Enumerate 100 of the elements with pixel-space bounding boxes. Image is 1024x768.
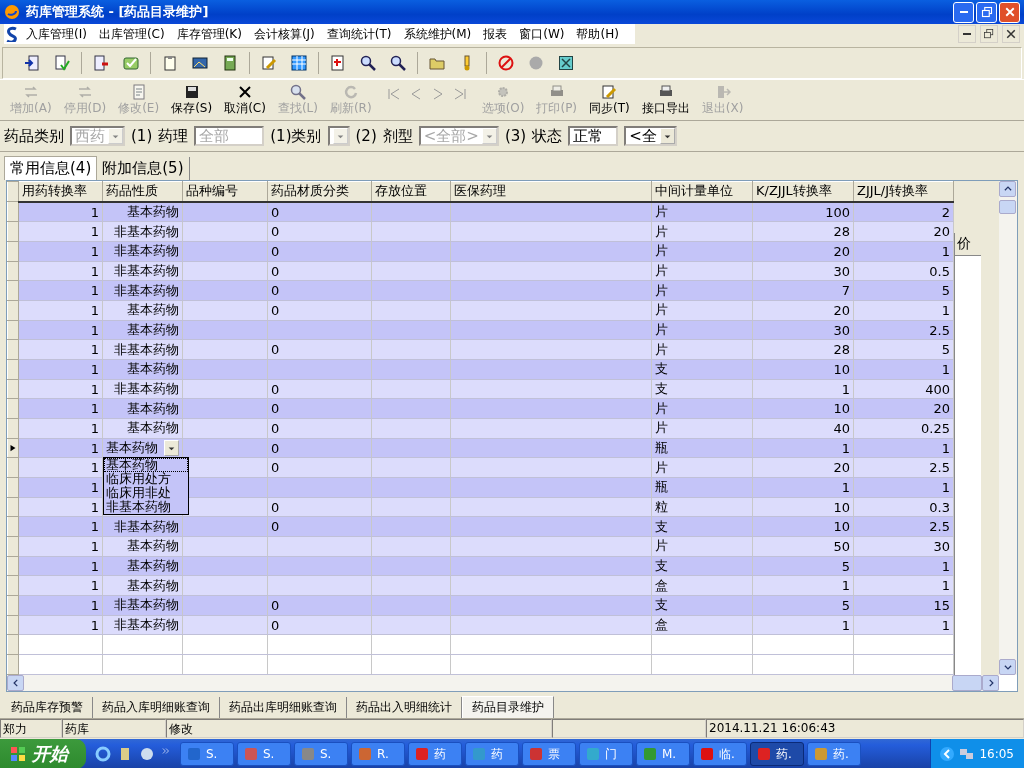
taskbar-button[interactable]: 药. <box>807 742 861 766</box>
table-cell[interactable]: 基本药物 <box>106 439 158 458</box>
column-header[interactable]: 存放位置 <box>371 181 451 202</box>
table-row[interactable]: 1 非基本药物 0 片 28 5 <box>7 339 954 360</box>
menu-item[interactable]: 入库管理(I) <box>20 24 93 44</box>
taskbar-button[interactable]: 药. <box>750 742 804 766</box>
table-cell: 20 <box>752 241 854 262</box>
window-tab[interactable]: 药品出库明细账查询 <box>220 696 347 718</box>
document-plus-icon[interactable] <box>330 55 346 71</box>
scroll-right-button[interactable] <box>982 675 999 691</box>
taskbar-button[interactable]: 票 <box>522 742 576 766</box>
prohibited-icon[interactable] <box>498 55 514 71</box>
taskbar-button[interactable]: S. <box>294 742 348 766</box>
document-arrow-icon[interactable] <box>24 55 40 71</box>
restore-button[interactable] <box>980 25 998 43</box>
scrollbar-thumb[interactable] <box>999 200 1016 214</box>
folder-icon[interactable] <box>429 55 445 71</box>
document-check-icon[interactable] <box>54 55 70 71</box>
taskbar-button[interactable]: M. <box>636 742 690 766</box>
column-header[interactable]: 药品材质分类 <box>267 181 372 202</box>
column-header[interactable]: 用药转换率 <box>18 181 103 202</box>
dropdown-option[interactable]: 非基本药物 <box>104 500 188 515</box>
window-icon <box>471 746 487 762</box>
toolbar-button[interactable]: 取消(C) <box>218 82 272 118</box>
taskbar-button[interactable]: 门 <box>579 742 633 766</box>
column-header[interactable]: ZJJL/J转换率 <box>853 181 954 202</box>
document-pencil-icon[interactable] <box>261 55 277 71</box>
table-cell: 20 <box>853 221 954 242</box>
scrollbar-thumb[interactable] <box>952 675 982 691</box>
minimize-button[interactable] <box>958 25 976 43</box>
picture-icon[interactable] <box>192 55 208 71</box>
taskbar-button[interactable]: 药 <box>465 742 519 766</box>
table-icon[interactable] <box>291 55 307 71</box>
column-header[interactable]: 价 <box>955 233 981 256</box>
checkmark-icon[interactable] <box>123 55 139 71</box>
menu-item[interactable]: 出库管理(C) <box>92 24 171 44</box>
filter-field[interactable]: 正常 <box>568 126 619 146</box>
table-row[interactable]: 1 基本药物 盒 1 1 <box>7 575 954 596</box>
close-icon[interactable] <box>558 55 574 71</box>
window-tab[interactable]: 药品库存预警 <box>2 696 93 718</box>
column-header[interactable]: 品种编号 <box>182 181 268 202</box>
filter-dropdown[interactable]: <全 <box>624 126 677 146</box>
table-cell: 片 <box>651 201 753 222</box>
table-row[interactable]: 1 非基本药物 0 片 7 5 <box>7 280 954 301</box>
table-row[interactable]: 1 非基本药物 0 盒 1 1 <box>7 615 954 635</box>
table-cell: 10 <box>752 516 854 537</box>
taskbar-button[interactable]: S. <box>237 742 291 766</box>
menu-item[interactable]: 报表 <box>477 24 514 44</box>
window-tab[interactable]: 药品目录维护 <box>462 695 554 719</box>
table-row[interactable]: 1 非基本药物 0 支 10 2.5 <box>7 516 954 537</box>
menu-item[interactable]: 系统维护(M) <box>397 24 478 44</box>
taskbar-button[interactable]: 临. <box>693 742 747 766</box>
menu-item[interactable]: 帮助(H) <box>570 24 625 44</box>
table-row[interactable]: 1 非基本药物 0 片 30 0.5 <box>7 261 954 281</box>
taskbar-button[interactable]: 药 <box>408 742 462 766</box>
table-row[interactable]: 1 基本药物 片 50 30 <box>7 536 954 557</box>
column-header[interactable]: 中间计量单位 <box>651 181 753 202</box>
app-shortcut[interactable] <box>139 746 155 762</box>
toolbar-button[interactable]: 接口导出 <box>635 82 696 118</box>
clipboard-icon[interactable] <box>162 55 178 71</box>
search-icon[interactable] <box>360 55 376 71</box>
dropdown-option[interactable]: 基本药物 <box>104 458 188 473</box>
close-button[interactable] <box>1002 25 1020 43</box>
table-row[interactable]: 1 非基本药物 0 支 5 15 <box>7 595 954 616</box>
table-cell: 1 <box>853 359 954 380</box>
table-row[interactable]: 1 基本药物 片 30 2.5 <box>7 320 954 340</box>
toolbar-button[interactable]: 保存(S) <box>165 82 219 118</box>
toolbar-button[interactable]: 同步(T) <box>583 82 636 118</box>
table-row[interactable]: 1 非基本药物 0 片 28 20 <box>7 221 954 242</box>
column-header[interactable]: 药品性质 <box>102 181 183 202</box>
table-row[interactable]: 1 非基本药物 0 片 20 1 <box>7 241 954 262</box>
start-button[interactable]: 开始 <box>0 739 86 768</box>
document-icon[interactable] <box>93 55 109 71</box>
table-cell: 1 <box>18 438 103 458</box>
table-row[interactable]: 1 基本药物 支 5 1 <box>7 556 954 576</box>
menu-item[interactable]: 会计核算(J) <box>247 24 321 44</box>
table-row[interactable]: 1 基本药物 0 片 100 2 <box>7 201 954 222</box>
table-row[interactable]: 1 基本药物 0 片 10 20 <box>7 398 954 419</box>
table-cell: 5 <box>853 339 954 360</box>
table-row[interactable]: 1 非基本药物 0 支 1 400 <box>7 379 954 399</box>
taskbar-button[interactable]: R. <box>351 742 405 766</box>
column-header[interactable]: 医保药理 <box>450 181 652 202</box>
tab[interactable]: 常用信息(4) <box>4 156 98 180</box>
menu-item[interactable]: 库存管理(K) <box>170 24 248 44</box>
search-icon[interactable] <box>390 55 406 71</box>
scroll-left-button[interactable] <box>7 675 24 691</box>
dropdown-button[interactable] <box>164 440 179 457</box>
table-row[interactable]: 1 基本药物 0 片 40 0.25 <box>7 418 954 439</box>
window-icon <box>585 746 601 762</box>
window-tab[interactable]: 药品入库明细账查询 <box>93 696 220 718</box>
scroll-down-button[interactable] <box>999 659 1016 675</box>
menu-item[interactable]: 窗口(W) <box>513 24 571 44</box>
taskbar-button[interactable]: S. <box>180 742 234 766</box>
calculator-icon[interactable] <box>222 55 238 71</box>
scroll-up-button[interactable] <box>999 181 1016 197</box>
column-header[interactable]: K/ZJJL转换率 <box>752 181 854 202</box>
menu-item[interactable]: 查询统计(T) <box>320 24 398 44</box>
table-cell: 瓶 <box>651 477 753 498</box>
table-row[interactable]: 1 基本药物 0 片 20 1 <box>7 300 954 321</box>
table-row[interactable]: 1 基本药物 支 10 1 <box>7 359 954 380</box>
